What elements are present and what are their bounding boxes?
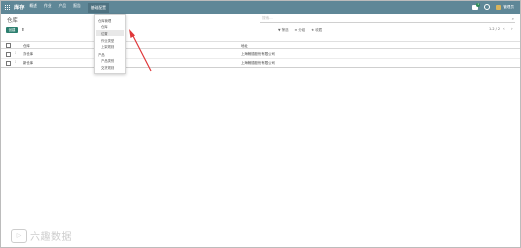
annotation-arrow-head: [129, 29, 135, 38]
watermark: ▷ 六趣数据: [11, 228, 72, 243]
dropdown-section-warehouse-management: 仓库管理: [98, 19, 112, 23]
dropdown-item-locations[interactable]: 位置: [101, 31, 108, 36]
watermark-logo-icon: ▷: [11, 228, 27, 243]
dropdown-item-product-categories[interactable]: 产品类别: [101, 58, 114, 63]
dropdown-item-operation-types[interactable]: 作业类型: [101, 38, 114, 43]
watermark-text: 六趣数据: [30, 232, 72, 243]
annotation-arrow-line: [131, 33, 152, 72]
annotation-arrow: [129, 29, 152, 72]
app-window: 库存 概述 作业 产品 报告 基础配置 1 管理员 仓库 搜索... ⌕ 创建 …: [0, 0, 521, 248]
configuration-dropdown-menu: 仓库管理 仓库 位置 作业类型 上架规则 产品 产品类别 交货规则: [94, 14, 126, 74]
dropdown-item-delivery-rules[interactable]: 交货规则: [101, 65, 114, 70]
dropdown-section-products: 产品: [98, 53, 105, 57]
dropdown-item-warehouses[interactable]: 仓库: [101, 24, 108, 29]
dropdown-item-putaway-rules[interactable]: 上架规则: [101, 44, 114, 49]
